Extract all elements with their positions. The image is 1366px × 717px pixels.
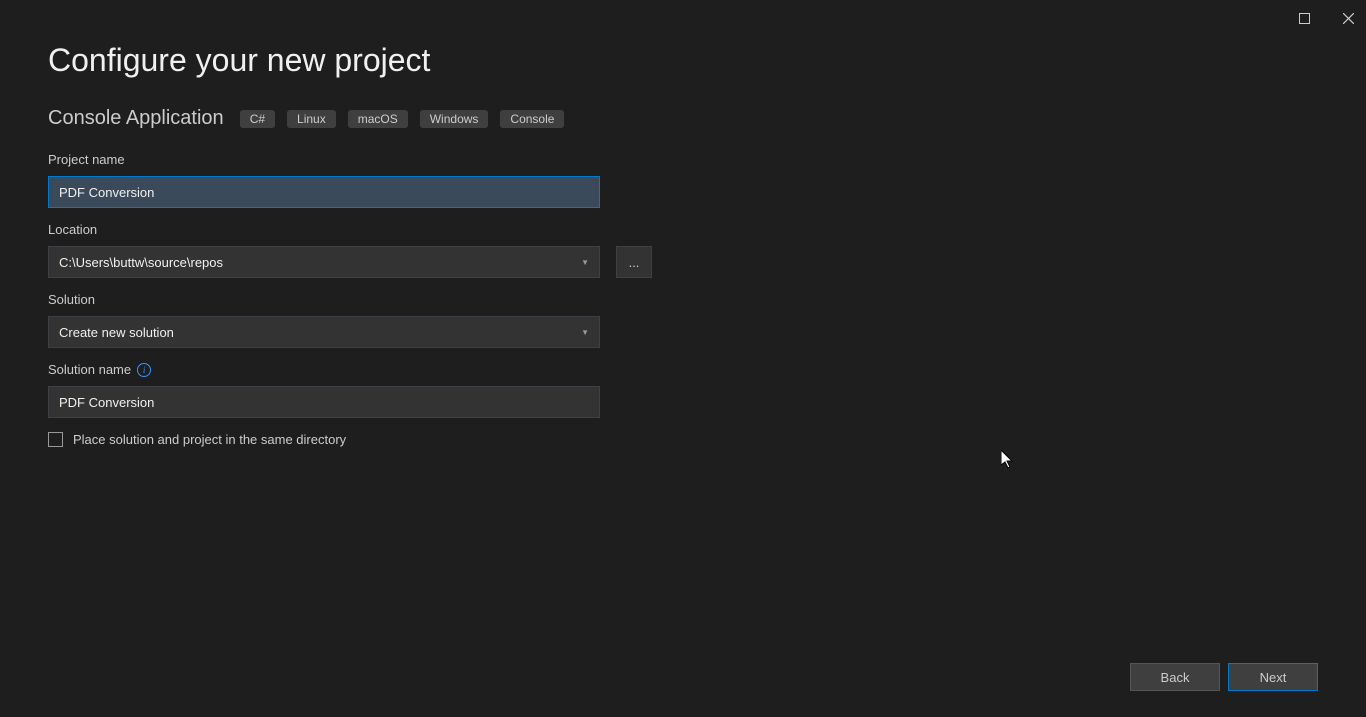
project-name-input[interactable] — [48, 176, 600, 208]
location-value: C:\Users\buttw\source\repos — [59, 255, 223, 270]
browse-button[interactable]: ... — [616, 246, 652, 278]
solution-value: Create new solution — [59, 325, 174, 340]
main-content: Configure your new project Console Appli… — [0, 0, 1366, 447]
window-controls — [1294, 8, 1358, 28]
next-button[interactable]: Next — [1228, 663, 1318, 691]
same-directory-label: Place solution and project in the same d… — [73, 432, 346, 447]
footer-buttons: Back Next — [1130, 663, 1318, 691]
same-directory-checkbox[interactable] — [48, 432, 63, 447]
chevron-down-icon: ▼ — [581, 328, 589, 337]
tag-csharp: C# — [240, 110, 275, 128]
tag-macos: macOS — [348, 110, 408, 128]
location-group: Location C:\Users\buttw\source\repos ▼ .… — [48, 222, 1318, 278]
tag-windows: Windows — [420, 110, 489, 128]
solution-name-input[interactable] — [48, 386, 600, 418]
close-icon[interactable] — [1338, 8, 1358, 28]
solution-dropdown[interactable]: Create new solution ▼ — [48, 316, 600, 348]
mouse-cursor-icon — [1001, 450, 1015, 475]
project-type-name: Console Application — [48, 107, 224, 130]
solution-name-group: Solution name i — [48, 362, 1318, 418]
project-name-label: Project name — [48, 152, 1318, 167]
location-dropdown[interactable]: C:\Users\buttw\source\repos ▼ — [48, 246, 600, 278]
solution-label: Solution — [48, 292, 1318, 307]
same-directory-row: Place solution and project in the same d… — [48, 432, 1318, 447]
location-label: Location — [48, 222, 1318, 237]
info-icon[interactable]: i — [137, 363, 151, 377]
project-name-group: Project name — [48, 152, 1318, 208]
solution-group: Solution Create new solution ▼ — [48, 292, 1318, 348]
tag-linux: Linux — [287, 110, 336, 128]
back-button[interactable]: Back — [1130, 663, 1220, 691]
chevron-down-icon: ▼ — [581, 258, 589, 267]
solution-name-label-row: Solution name i — [48, 362, 1318, 377]
solution-name-label: Solution name — [48, 362, 131, 377]
tag-console: Console — [500, 110, 564, 128]
location-row: C:\Users\buttw\source\repos ▼ ... — [48, 246, 1318, 278]
project-type-row: Console Application C# Linux macOS Windo… — [48, 107, 1318, 130]
maximize-icon[interactable] — [1294, 8, 1314, 28]
page-title: Configure your new project — [48, 42, 1318, 79]
